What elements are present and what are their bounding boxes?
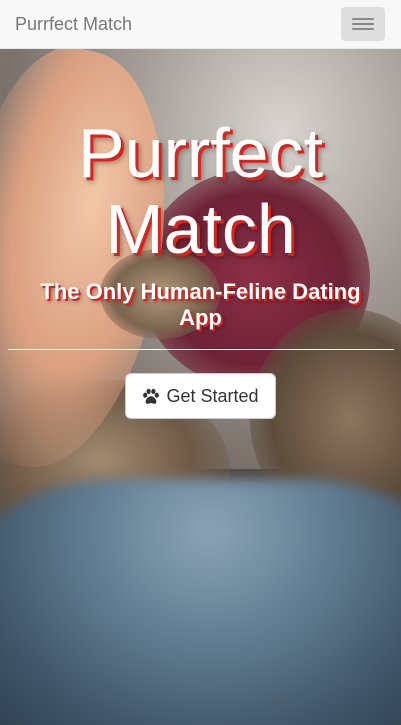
paw-icon [142,388,160,405]
brand-link[interactable]: Purrfect Match [15,12,132,36]
hero-title-line1: Purrfect [77,114,324,192]
hero-title-line2: Match [105,190,296,268]
navbar-toggle-button[interactable] [341,7,385,41]
hero-title: Purrfect Match [0,115,401,267]
get-started-label: Get Started [166,385,259,406]
hero-divider [7,349,394,350]
hamburger-menu-icon-bar [352,23,374,25]
navbar: Purrfect Match [0,0,401,49]
blanket [0,479,401,725]
hamburger-menu-icon-bar [352,28,374,30]
hero-subtitle: The Only Human-Feline Dating App [40,279,361,330]
hero-content: Purrfect Match The Only Human-Feline Dat… [0,49,401,419]
hamburger-menu-icon [352,18,374,20]
get-started-button[interactable]: Get Started [125,373,276,419]
